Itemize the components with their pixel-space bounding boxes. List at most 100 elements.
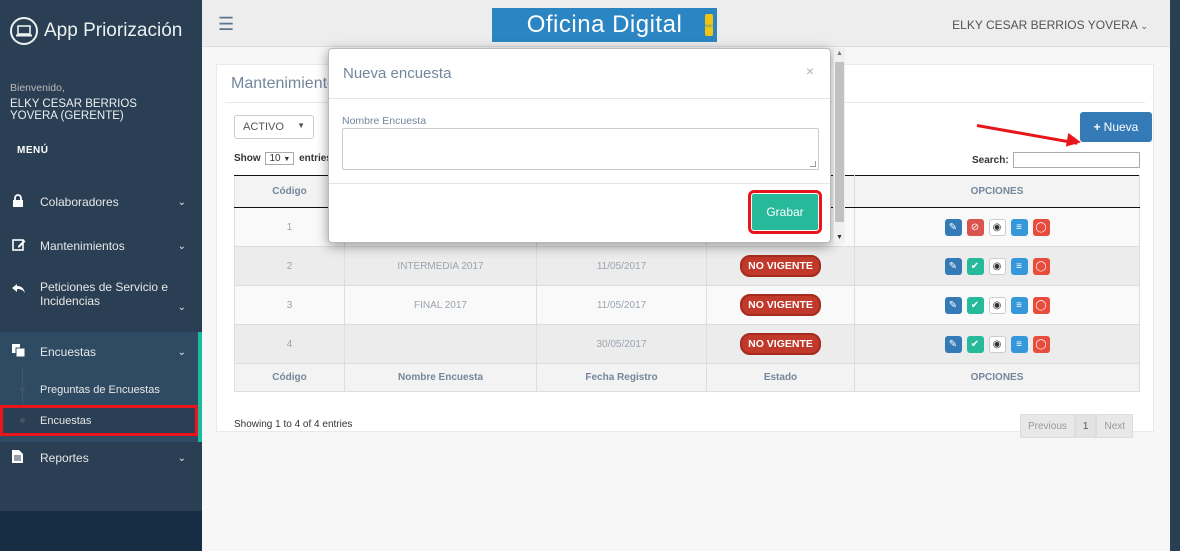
top-navbar: ☰ Oficina Digital SAC ELKY CESAR BERRIOS… [202,0,1170,47]
nav-reportes[interactable]: Reportes ⌄ [0,446,202,470]
nav-label: Encuestas [40,345,97,359]
plus-icon: + [1093,120,1101,134]
new-survey-modal: Nueva encuesta × Nombre Encuesta Grabar [328,48,831,243]
page-length-control: Show 10 ▼ entries [234,152,332,165]
comment-icon[interactable]: ◯ [1032,257,1050,275]
pencil-icon[interactable]: ✎ [944,296,962,314]
page-button[interactable]: 1 [1074,414,1097,438]
list-icon[interactable]: ≡ [1010,257,1028,275]
edit-icon [12,238,30,254]
logo-text: Oficina Digital [526,11,683,38]
col-header[interactable]: OPCIONES [854,175,1140,208]
annotation-arrow [976,124,1078,145]
laptop-icon [10,17,38,45]
eye-icon[interactable]: ◉ [988,218,1006,236]
table-row: 3 FINAL 2017 11/05/2017 NO VIGENTE ✎ ✔ ◉… [234,285,1140,325]
nav-encuestas[interactable]: Encuestas ⌄ [0,340,202,364]
cell-codigo: 2 [234,246,345,286]
sidebar-footer [0,511,202,551]
brand[interactable]: App Priorización [0,0,202,62]
comment-icon[interactable]: ◯ [1032,296,1050,314]
table-row: 2 INTERMEDIA 2017 11/05/2017 NO VIGENTE … [234,246,1140,286]
nav-colaboradores[interactable]: Colaboradores ⌄ [0,190,202,214]
chevron-down-icon: ⌄ [177,302,186,313]
cell-nombre: FINAL 2017 [344,285,537,325]
search-label: Search: [972,155,1009,166]
pencil-icon[interactable]: ✎ [944,257,962,275]
reply-all-icon [12,282,30,297]
entries-label: entries [299,153,332,164]
page-edge [1170,0,1180,551]
cell-opciones: ✎ ✔ ◉ ≡ ◯ [854,324,1140,364]
check-icon[interactable]: ✔ [966,335,984,353]
col-footer: OPCIONES [854,363,1140,392]
app-title: App Priorización [44,20,183,41]
status-badge: NO VIGENTE [740,333,821,355]
previous-page-button[interactable]: Previous [1020,414,1075,438]
eye-icon[interactable]: ◉ [988,257,1006,275]
cell-opciones: ✎ ⊘ ◉ ≡ ◯ [854,207,1140,247]
sub-label: Preguntas de Encuestas [40,383,160,396]
survey-name-input[interactable] [342,128,819,170]
cell-fecha: 30/05/2017 [536,324,707,364]
list-icon[interactable]: ≡ [1010,296,1028,314]
col-footer: Fecha Registro [536,363,707,392]
status-select[interactable]: ACTIVO ▼ [234,115,314,139]
new-survey-button[interactable]: + Nueva [1080,112,1152,142]
status-badge: NO VIGENTE [740,255,821,277]
caret-down-icon: ▼ [297,121,305,130]
nav-encuestas-sub[interactable]: Encuestas [0,405,198,436]
panel-title: Mantenimiento [231,75,336,92]
nav-peticiones[interactable]: Peticiones de Servicio e Incidencias ⌄ [0,280,202,320]
page-length-value: 10 [269,153,281,164]
cell-nombre: INTERMEDIA 2017 [344,246,537,286]
next-page-button[interactable]: Next [1096,414,1134,438]
table-info: Showing 1 to 4 of 4 entries [234,419,353,430]
menu-toggle-icon[interactable]: ☰ [218,14,234,35]
list-icon[interactable]: ≡ [1010,335,1028,353]
eye-icon[interactable]: ◉ [988,335,1006,353]
cell-nombre [344,324,537,364]
col-footer: Nombre Encuesta [344,363,537,392]
survey-name-label: Nombre Encuesta [342,115,427,127]
list-icon[interactable]: ≡ [1010,218,1028,236]
chevron-down-icon: ⌄ [177,346,186,358]
modal-scrollbar[interactable]: ▲ ▼ [833,48,845,243]
nav-mantenimientos[interactable]: Mantenimientos ⌄ [0,234,202,258]
check-icon[interactable]: ✔ [966,257,984,275]
cell-estado: NO VIGENTE [706,246,855,286]
status-badge: NO VIGENTE [740,294,821,316]
show-label: Show [234,153,261,164]
search-input[interactable] [1013,152,1140,168]
sidebar: App Priorización Bienvenido, ELKY CESAR … [0,0,202,551]
check-icon[interactable]: ✔ [966,296,984,314]
bullet-icon [20,387,25,392]
scroll-thumb[interactable] [835,62,844,222]
pencil-icon[interactable]: ✎ [944,218,962,236]
cell-fecha: 11/05/2017 [536,285,707,325]
user-dropdown-label: ELKY CESAR BERRIOS YOVERA [952,18,1138,32]
company-logo: Oficina Digital SAC [492,8,717,42]
cell-codigo: 4 [234,324,345,364]
nav-label: Peticiones de Servicio e Incidencias [40,280,169,308]
page-length-select[interactable]: 10 ▼ [265,152,295,165]
resize-handle[interactable] [810,161,816,167]
table-row: 4 30/05/2017 NO VIGENTE ✎ ✔ ◉ ≡ ◯ [234,324,1140,364]
pencil-icon[interactable]: ✎ [944,335,962,353]
scroll-up-icon[interactable]: ▲ [836,50,843,57]
user-dropdown[interactable]: ELKY CESAR BERRIOS YOVERA ⌄ [952,18,1148,32]
pagination: Previous 1 Next [1020,414,1134,438]
save-button[interactable]: Grabar [748,190,822,234]
close-icon[interactable]: × [806,63,814,79]
comment-icon[interactable]: ◯ [1032,335,1050,353]
comment-icon[interactable]: ◯ [1032,218,1050,236]
modal-title: Nueva encuesta [343,65,452,82]
scroll-down-icon[interactable]: ▼ [836,234,843,241]
bullet-icon [20,418,25,423]
nav-label: Colaboradores [40,195,119,209]
nav-preguntas-encuestas[interactable]: Preguntas de Encuestas [0,377,198,402]
status-select-value: ACTIVO [243,121,284,133]
cell-fecha: 11/05/2017 [536,246,707,286]
eye-icon[interactable]: ◉ [988,296,1006,314]
ban-icon[interactable]: ⊘ [966,218,984,236]
